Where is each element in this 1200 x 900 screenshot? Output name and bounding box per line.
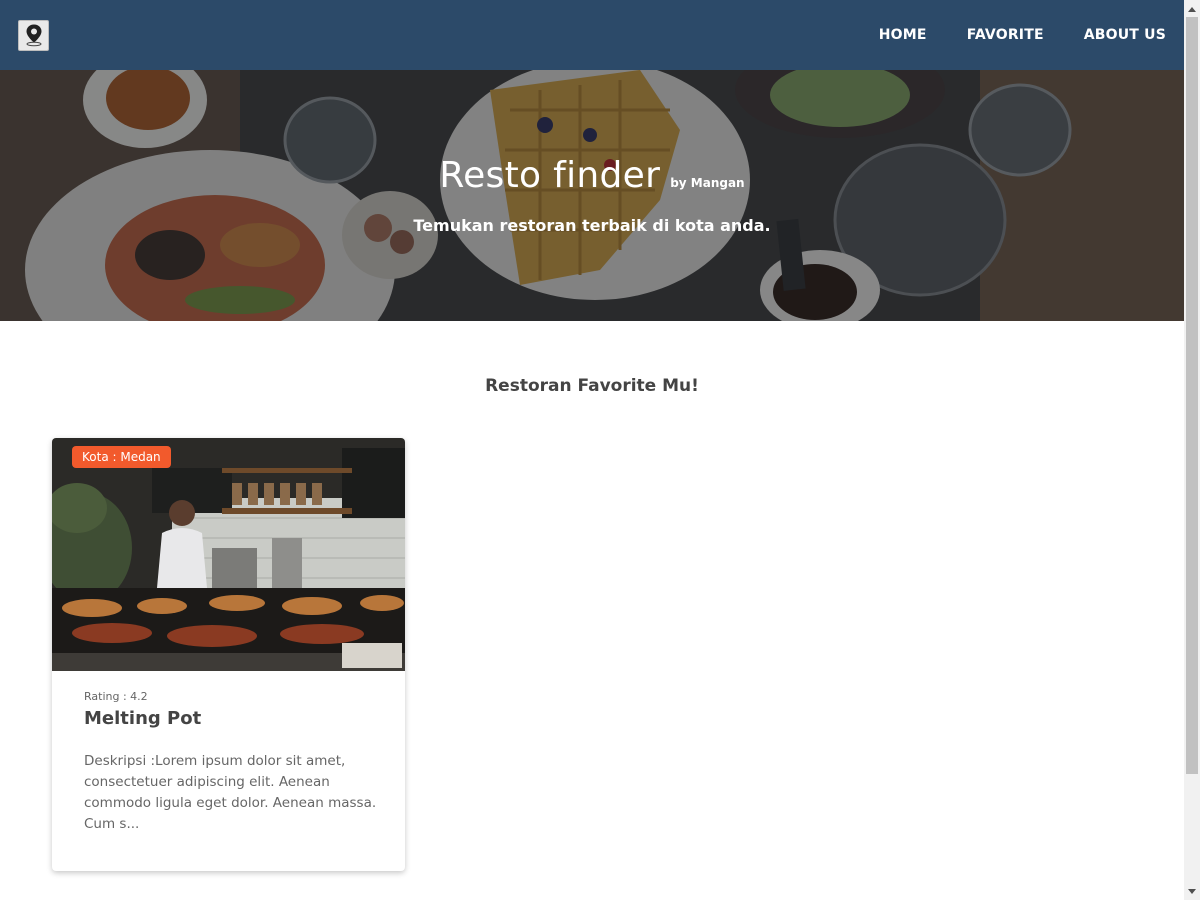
- page: HOME FAVORITE ABOUT US Resto finder by M…: [0, 0, 1200, 900]
- nav-favorite-link[interactable]: FAVORITE: [967, 27, 1044, 43]
- favorites-section-title: Restoran Favorite Mu!: [485, 376, 699, 396]
- hero-tagline: Temukan restoran terbaik di kota anda.: [413, 216, 771, 235]
- restaurant-card[interactable]: Kota : Medan Rating : 4.2 Melting Pot De…: [52, 438, 405, 871]
- map-pin-logo-icon: [25, 24, 42, 47]
- vertical-scrollbar[interactable]: [1184, 0, 1200, 900]
- restaurant-rating: Rating : 4.2: [84, 690, 148, 703]
- nav-home-link[interactable]: HOME: [879, 27, 927, 43]
- arrow-down-icon: [1188, 888, 1196, 894]
- city-badge: Kota : Medan: [72, 446, 171, 468]
- hero-title: Resto finder: [439, 155, 661, 196]
- restaurant-description: Deskripsi :Lorem ipsum dolor sit amet, c…: [84, 753, 377, 832]
- restaurant-name[interactable]: Melting Pot: [84, 708, 384, 729]
- hero-content: Resto finder by Mangan Temukan restoran …: [0, 70, 1184, 321]
- restaurant-photo: [52, 438, 405, 671]
- app-bar: HOME FAVORITE ABOUT US: [0, 0, 1184, 70]
- nav-about-us-link[interactable]: ABOUT US: [1084, 27, 1166, 43]
- scroll-up-button[interactable]: [1184, 0, 1200, 17]
- hero-byline: by Mangan: [670, 176, 745, 190]
- scroll-thumb[interactable]: [1186, 17, 1198, 774]
- arrow-up-icon: [1188, 6, 1196, 12]
- hero-banner: Resto finder by Mangan Temukan restoran …: [0, 70, 1184, 321]
- card-body: Rating : 4.2 Melting Pot Deskripsi :Lore…: [84, 690, 384, 835]
- scroll-down-button[interactable]: [1184, 883, 1200, 900]
- main-nav: HOME FAVORITE ABOUT US: [839, 0, 1166, 70]
- hero-title-row: Resto finder by Mangan: [0, 155, 1184, 196]
- logo[interactable]: [18, 19, 49, 51]
